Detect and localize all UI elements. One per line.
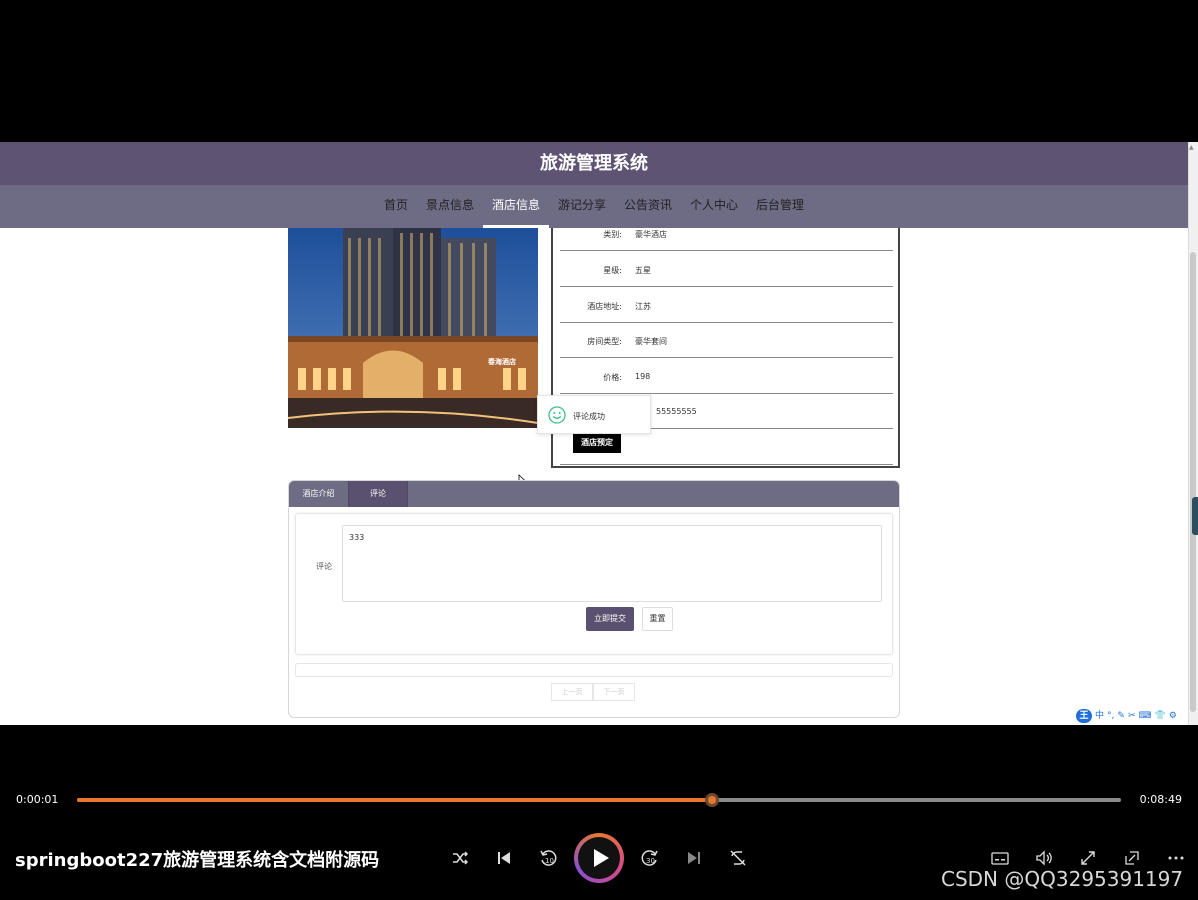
previous-track-icon[interactable] (492, 846, 516, 870)
ime-settings-icon[interactable]: ⚙ (1169, 709, 1177, 723)
info-value: 豪华酒店 (635, 230, 667, 239)
csdn-watermark: CSDN @QQ3295391197 (941, 867, 1184, 891)
forward-30-icon[interactable]: 30 (638, 846, 662, 870)
toast-message: 评论成功 (573, 412, 605, 421)
total-time: 0:08:49 (1139, 793, 1182, 806)
info-value: 五星 (635, 266, 651, 275)
hotel-tabs-card: 酒店介绍 评论 评论 333 立即提交 重置 上一页 下一页 (288, 480, 900, 718)
nav-hotels[interactable]: 酒店信息 (482, 185, 549, 228)
nav-home[interactable]: 首页 (375, 185, 417, 228)
scroll-up-icon[interactable]: ▲ (1189, 144, 1197, 152)
ime-tools-icon[interactable]: ✂ (1128, 709, 1136, 723)
info-label: 类别: (603, 230, 622, 239)
comment-label: 评论 (316, 562, 332, 571)
video-title: springboot227旅游管理系统含文档附源码 (15, 850, 380, 871)
video-frame: 旅游管理系统 首页 景点信息 酒店信息 游记分享 公告资讯 个人中心 后台管理 (0, 142, 1198, 725)
svg-text:30: 30 (646, 857, 655, 865)
pagination: 上一页 下一页 (551, 683, 635, 701)
rewind-10-icon[interactable]: 10 (536, 846, 560, 870)
ime-keyboard-icon[interactable]: ⌨ (1138, 709, 1151, 723)
comment-form: 评论 333 立即提交 重置 (295, 513, 893, 655)
success-toast: 评论成功 (537, 395, 651, 434)
ime-chinese-mode[interactable]: 中 (1095, 709, 1104, 723)
tab-comments[interactable]: 评论 (349, 481, 408, 507)
hotel-sign: 春海酒店 (488, 358, 516, 366)
scroll-thumb[interactable] (1190, 252, 1196, 712)
next-page-button[interactable]: 下一页 (593, 683, 635, 701)
info-row-star-rating: 星级: 五星 (560, 251, 893, 287)
video-player: 旅游管理系统 首页 景点信息 酒店信息 游记分享 公告资讯 个人中心 后台管理 (0, 0, 1198, 900)
info-row-price: 价格: 198 (560, 358, 893, 394)
page-scrollbar[interactable]: ▲ (1188, 142, 1198, 725)
info-row-address: 酒店地址: 江苏 (560, 287, 893, 323)
info-value: 55555555 (656, 407, 697, 416)
smile-icon (548, 406, 566, 424)
side-handle[interactable] (1192, 497, 1198, 535)
repeat-off-icon[interactable] (726, 846, 750, 870)
ime-handwrite-icon[interactable]: ✎ (1117, 709, 1125, 723)
play-icon (578, 837, 620, 879)
info-label: 房间类型: (587, 337, 622, 346)
shuffle-icon[interactable] (448, 846, 472, 870)
seek-bar-progress (77, 798, 712, 802)
play-button[interactable] (574, 833, 624, 883)
info-value: 198 (635, 372, 651, 381)
seek-bar[interactable] (77, 793, 1121, 807)
info-label: 酒店地址: (587, 302, 622, 311)
hotel-photo: 春海酒店 (288, 228, 538, 428)
ime-punctuation-icon[interactable]: °, (1107, 709, 1114, 723)
seek-handle[interactable] (704, 793, 719, 807)
comment-list (295, 663, 893, 677)
next-track-icon[interactable] (682, 846, 706, 870)
info-label: 星级: (603, 266, 622, 275)
ime-logo-icon[interactable]: 王 (1076, 709, 1092, 723)
info-row-category: 类别: 豪华酒店 (560, 215, 893, 251)
reset-button[interactable]: 重置 (642, 607, 673, 631)
info-value: 豪华套间 (635, 337, 667, 346)
site-title: 旅游管理系统 (0, 142, 1188, 185)
book-hotel-button[interactable]: 酒店预定 (573, 432, 621, 453)
submit-button[interactable]: 立即提交 (586, 607, 634, 631)
svg-text:10: 10 (545, 857, 554, 865)
nav-attractions[interactable]: 景点信息 (417, 185, 483, 228)
info-value: 江苏 (635, 302, 651, 311)
ime-toolbar: 王 中 °, ✎ ✂ ⌨ 👕 ⚙ (1074, 708, 1179, 724)
tab-bar: 酒店介绍 评论 (289, 481, 899, 507)
ime-skin-icon[interactable]: 👕 (1154, 709, 1165, 723)
tab-hotel-intro[interactable]: 酒店介绍 (289, 481, 349, 507)
comment-textarea[interactable]: 333 (342, 525, 882, 602)
current-time: 0:00:01 (16, 793, 59, 806)
info-row-room-type: 房间类型: 豪华套间 (560, 322, 893, 358)
prev-page-button[interactable]: 上一页 (551, 683, 593, 701)
info-label: 价格: (603, 373, 622, 382)
